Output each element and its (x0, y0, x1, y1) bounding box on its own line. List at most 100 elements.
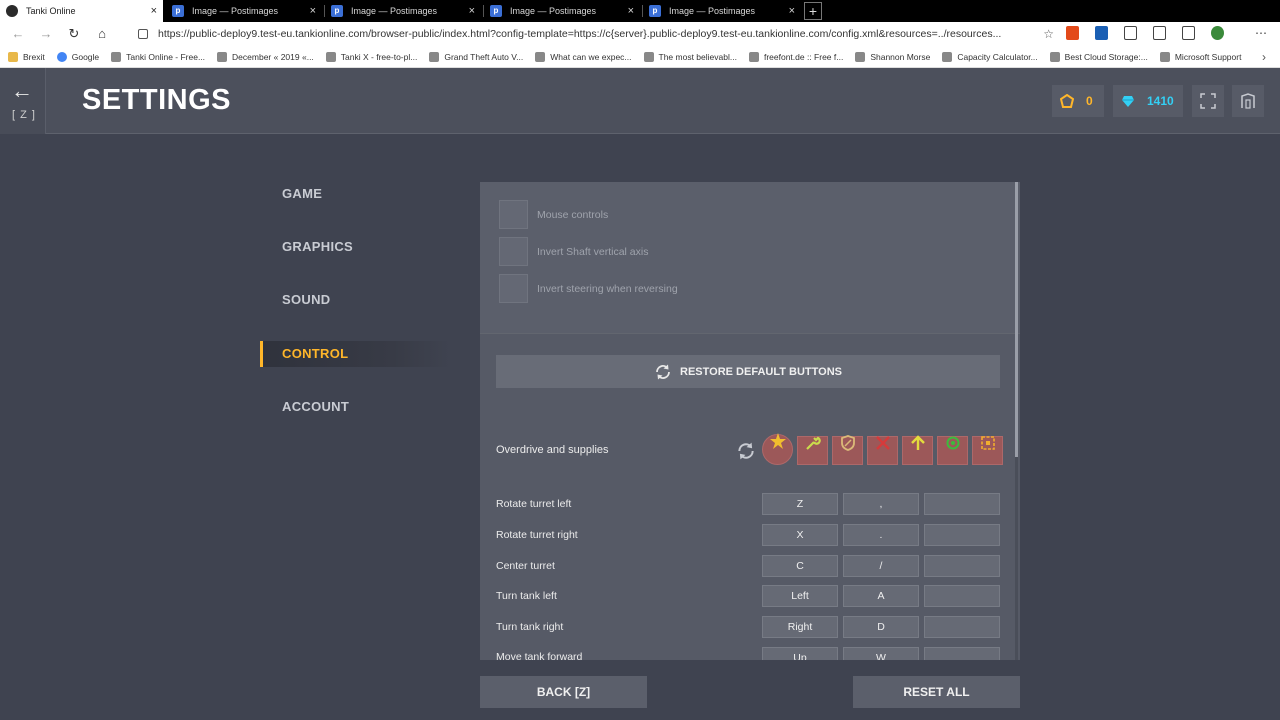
damage-icon (876, 436, 890, 450)
diamonds-counter[interactable]: 1410 (1113, 85, 1183, 117)
reset-all-button[interactable]: RESET ALL (853, 676, 1020, 708)
site-icon (217, 51, 228, 62)
bookmark-item[interactable]: Google (56, 51, 99, 62)
document-icon (748, 51, 759, 62)
mouse-controls-option[interactable]: Mouse controls (499, 200, 608, 229)
bookmark-item[interactable]: Capacity Calculator... (942, 51, 1038, 62)
key-binding-secondary[interactable]: A (843, 585, 919, 607)
bookmark-item[interactable]: Shannon Morse (855, 51, 930, 62)
bookmarks-bar: Brexit Google Tanki Online - Free... Dec… (0, 46, 1280, 68)
profile-avatar-icon[interactable] (1211, 26, 1224, 40)
crystals-counter[interactable]: 0 (1052, 85, 1104, 117)
address-bar[interactable]: https://public-deploy9.test-eu.tankionli… (130, 24, 1054, 44)
exit-button[interactable] (1232, 85, 1264, 117)
browser-tab-postimages[interactable]: p Image — Postimages × (166, 0, 322, 22)
key-binding-secondary[interactable]: / (843, 555, 919, 577)
menu-item-control[interactable]: CONTROL (282, 346, 348, 361)
invert-shaft-checkbox[interactable] (499, 237, 528, 266)
bookmark-item[interactable]: freefont.de :: Free f... (748, 51, 843, 62)
invert-shaft-option[interactable]: Invert Shaft vertical axis (499, 237, 648, 266)
bookmark-item[interactable]: Tanki Online - Free... (111, 51, 205, 62)
back-button[interactable]: ← [ Z ] (0, 68, 46, 134)
key-binding-primary[interactable]: X (762, 524, 838, 546)
bookmark-item[interactable]: What can we expec... (535, 51, 632, 62)
tab-title: Image — Postimages (510, 6, 597, 16)
bookmark-item[interactable]: December « 2019 «... (217, 51, 314, 62)
site-icon (1049, 51, 1060, 62)
favorites-icon[interactable] (1124, 26, 1137, 40)
close-icon[interactable]: × (628, 5, 634, 17)
browser-tab-postimages[interactable]: p Image — Postimages × (643, 0, 801, 22)
menu-item-account[interactable]: ACCOUNT (282, 399, 349, 414)
mine-slot[interactable] (937, 436, 968, 465)
reload-icon[interactable]: ↻ (64, 24, 84, 44)
browser-back-icon[interactable]: ← (8, 24, 28, 44)
refresh-icon (656, 364, 670, 379)
postimages-favicon-icon: p (490, 5, 502, 17)
bookmark-item[interactable]: Best Cloud Storage:... (1049, 51, 1148, 62)
menu-item-sound[interactable]: SOUND (282, 292, 330, 307)
browser-tab-postimages[interactable]: p Image — Postimages × (325, 0, 481, 22)
bookmark-item[interactable]: Tanki X - free-to-pl... (325, 51, 417, 62)
site-icon (111, 51, 122, 62)
extension-icon[interactable] (1095, 26, 1108, 40)
armor-shield-icon (841, 435, 855, 451)
gold-box-slot[interactable] (972, 436, 1003, 465)
browser-tab-tanki[interactable]: Tanki Online × (0, 0, 163, 22)
close-icon[interactable]: × (789, 5, 795, 17)
key-binding-primary[interactable]: Up (762, 647, 838, 660)
key-binding-tertiary[interactable] (924, 616, 1000, 638)
key-binding-secondary[interactable]: , (843, 493, 919, 515)
key-binding-tertiary[interactable] (924, 555, 1000, 577)
site-icon (643, 51, 654, 62)
extension-icons (1066, 26, 1224, 40)
bookmark-item[interactable]: Brexit (8, 51, 45, 62)
close-icon[interactable]: × (310, 5, 316, 17)
office-extension-icon[interactable] (1066, 26, 1079, 40)
checkbox-label: Mouse controls (537, 208, 609, 221)
browser-tab-postimages[interactable]: p Image — Postimages × (484, 0, 640, 22)
new-tab-button[interactable]: + (804, 2, 822, 20)
double-armor-slot[interactable] (832, 435, 863, 465)
bookmark-item[interactable]: The most believabl... (643, 51, 737, 62)
key-binding-secondary[interactable]: D (843, 616, 919, 638)
fullscreen-button[interactable] (1192, 85, 1224, 117)
speed-boost-slot[interactable] (902, 435, 933, 465)
restore-default-buttons-button[interactable]: RESTORE DEFAULT BUTTONS (496, 355, 1000, 388)
menu-item-game[interactable]: GAME (282, 186, 322, 201)
close-icon[interactable]: × (151, 5, 157, 17)
invert-steering-checkbox[interactable] (499, 274, 528, 303)
chevron-right-icon[interactable]: › (1262, 50, 1266, 64)
tab-title: Tanki Online (26, 6, 76, 16)
invert-steering-option[interactable]: Invert steering when reversing (499, 274, 678, 303)
browser-forward-icon[interactable]: → (36, 24, 56, 44)
key-binding-tertiary[interactable] (924, 493, 1000, 515)
key-binding-tertiary[interactable] (924, 524, 1000, 546)
panel-scrollbar-thumb[interactable] (1015, 182, 1018, 457)
overdrive-slot[interactable] (762, 433, 793, 465)
menu-item-graphics[interactable]: GRAPHICS (282, 239, 353, 254)
double-damage-slot[interactable] (867, 436, 898, 465)
collections-icon[interactable] (1153, 26, 1166, 40)
back-bottom-button[interactable]: BACK [Z] (480, 676, 647, 708)
more-menu-icon[interactable]: ⋯ (1255, 26, 1267, 40)
key-binding-tertiary[interactable] (924, 647, 1000, 660)
bookmark-star-icon[interactable]: ☆ (1043, 27, 1054, 41)
close-icon[interactable]: × (469, 5, 475, 17)
reset-supplies-icon[interactable] (736, 441, 756, 461)
key-binding-secondary[interactable]: . (843, 524, 919, 546)
bookmark-item[interactable]: Grand Theft Auto V... (429, 51, 523, 62)
browser-toolbar: ← → ↻ ⌂ https://public-deploy9.test-eu.t… (0, 22, 1280, 46)
repair-kit-slot[interactable] (797, 436, 828, 465)
key-binding-secondary[interactable]: W (843, 647, 919, 660)
key-binding-primary[interactable]: C (762, 555, 838, 577)
key-binding-primary[interactable]: Z (762, 493, 838, 515)
mouse-controls-checkbox[interactable] (499, 200, 528, 229)
key-binding-primary[interactable]: Left (762, 585, 838, 607)
feedback-icon[interactable] (1182, 26, 1195, 40)
home-icon[interactable]: ⌂ (92, 24, 112, 44)
key-binding-tertiary[interactable] (924, 585, 1000, 607)
key-binding-primary[interactable]: Right (762, 616, 838, 638)
bookmark-item[interactable]: Microsoft Support (1159, 51, 1241, 62)
url-text[interactable]: https://public-deploy9.test-eu.tankionli… (158, 28, 1035, 40)
